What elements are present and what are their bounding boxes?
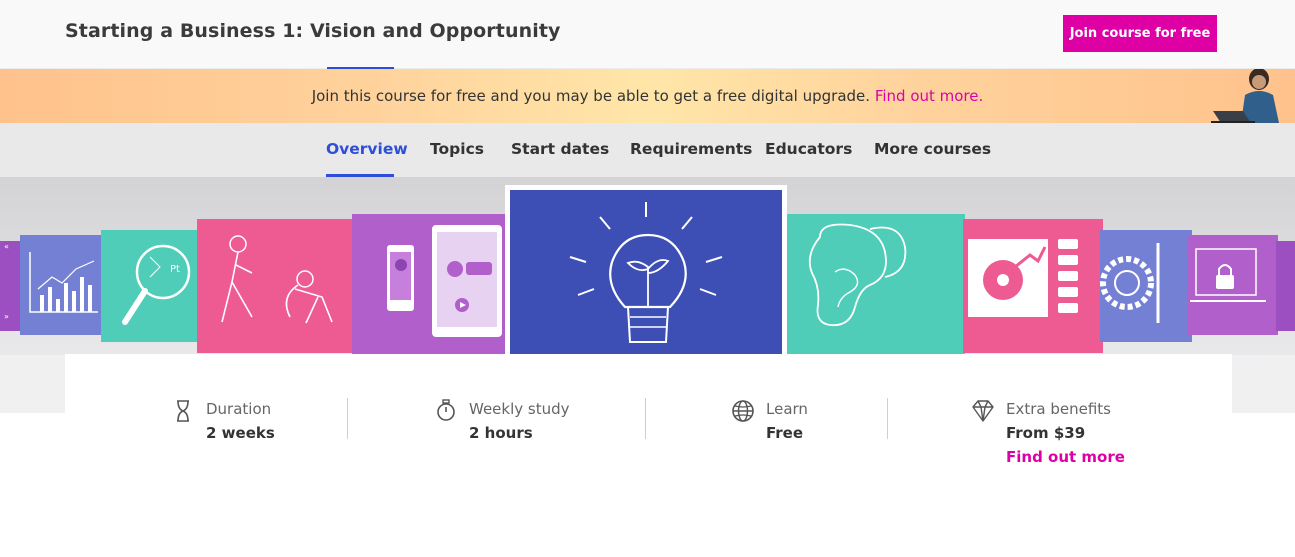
person-with-laptop-image bbox=[1211, 69, 1279, 123]
stat-weekly-study-value: 2 hours bbox=[469, 424, 533, 442]
promo-banner: Join this course for free and you may be… bbox=[0, 69, 1295, 123]
stopwatch-icon bbox=[437, 399, 455, 421]
stat-learn-value: Free bbox=[766, 424, 804, 442]
tile-film-strip bbox=[963, 219, 1103, 353]
stat-divider bbox=[347, 398, 348, 439]
globe-icon bbox=[732, 400, 754, 422]
course-title: Starting a Business 1: Vision and Opport… bbox=[65, 20, 561, 42]
stat-extra-benefits-label: Extra benefits bbox=[1006, 400, 1111, 418]
join-course-button[interactable]: Join course for free bbox=[1063, 15, 1217, 52]
tile-lightbulb bbox=[505, 185, 787, 365]
tile-magnifier: Pt bbox=[101, 230, 201, 342]
extra-benefits-find-out-more-link[interactable]: Find out more bbox=[1006, 448, 1125, 466]
tab-educators[interactable]: Educators bbox=[765, 140, 852, 158]
tile-edge-right bbox=[1276, 241, 1295, 331]
course-header: Starting a Business 1: Vision and Opport… bbox=[0, 0, 1295, 69]
hourglass-icon bbox=[177, 400, 189, 422]
tab-overview[interactable]: Overview bbox=[326, 140, 408, 158]
stat-divider bbox=[645, 398, 646, 439]
diamond-icon bbox=[972, 400, 994, 422]
tile-devices bbox=[352, 214, 508, 356]
promo-message: Join this course for free and you may be… bbox=[0, 87, 1295, 105]
stat-duration-value: 2 weeks bbox=[206, 424, 275, 442]
svg-text:»: » bbox=[4, 312, 9, 321]
tab-more-courses[interactable]: More courses bbox=[874, 140, 991, 158]
promo-text: Join this course for free and you may be… bbox=[311, 87, 875, 105]
svg-text:Pt: Pt bbox=[170, 264, 180, 275]
stat-extra-benefits-value: From $39 bbox=[1006, 424, 1086, 442]
tab-requirements[interactable]: Requirements bbox=[630, 140, 752, 158]
tile-dancers bbox=[197, 219, 357, 353]
tab-start-dates[interactable]: Start dates bbox=[511, 140, 609, 158]
course-tabs: Overview Topics Start dates Requirements… bbox=[0, 123, 1295, 177]
tile-gears bbox=[1100, 230, 1192, 342]
course-stats-card: Duration 2 weeks Weekly study 2 hours Le… bbox=[65, 354, 1232, 557]
stat-learn-label: Learn bbox=[766, 400, 808, 418]
stat-divider bbox=[887, 398, 888, 439]
tab-topics[interactable]: Topics bbox=[430, 140, 484, 158]
stat-duration-label: Duration bbox=[206, 400, 272, 418]
tile-bar-chart bbox=[20, 235, 104, 335]
svg-text:«: « bbox=[4, 242, 9, 251]
tile-arrows: « » bbox=[0, 241, 22, 331]
tile-digestive-system bbox=[787, 214, 965, 356]
stat-weekly-study-label: Weekly study bbox=[469, 400, 570, 418]
promo-find-out-more-link[interactable]: Find out more. bbox=[875, 87, 983, 105]
tile-lock-laptop bbox=[1188, 235, 1278, 335]
